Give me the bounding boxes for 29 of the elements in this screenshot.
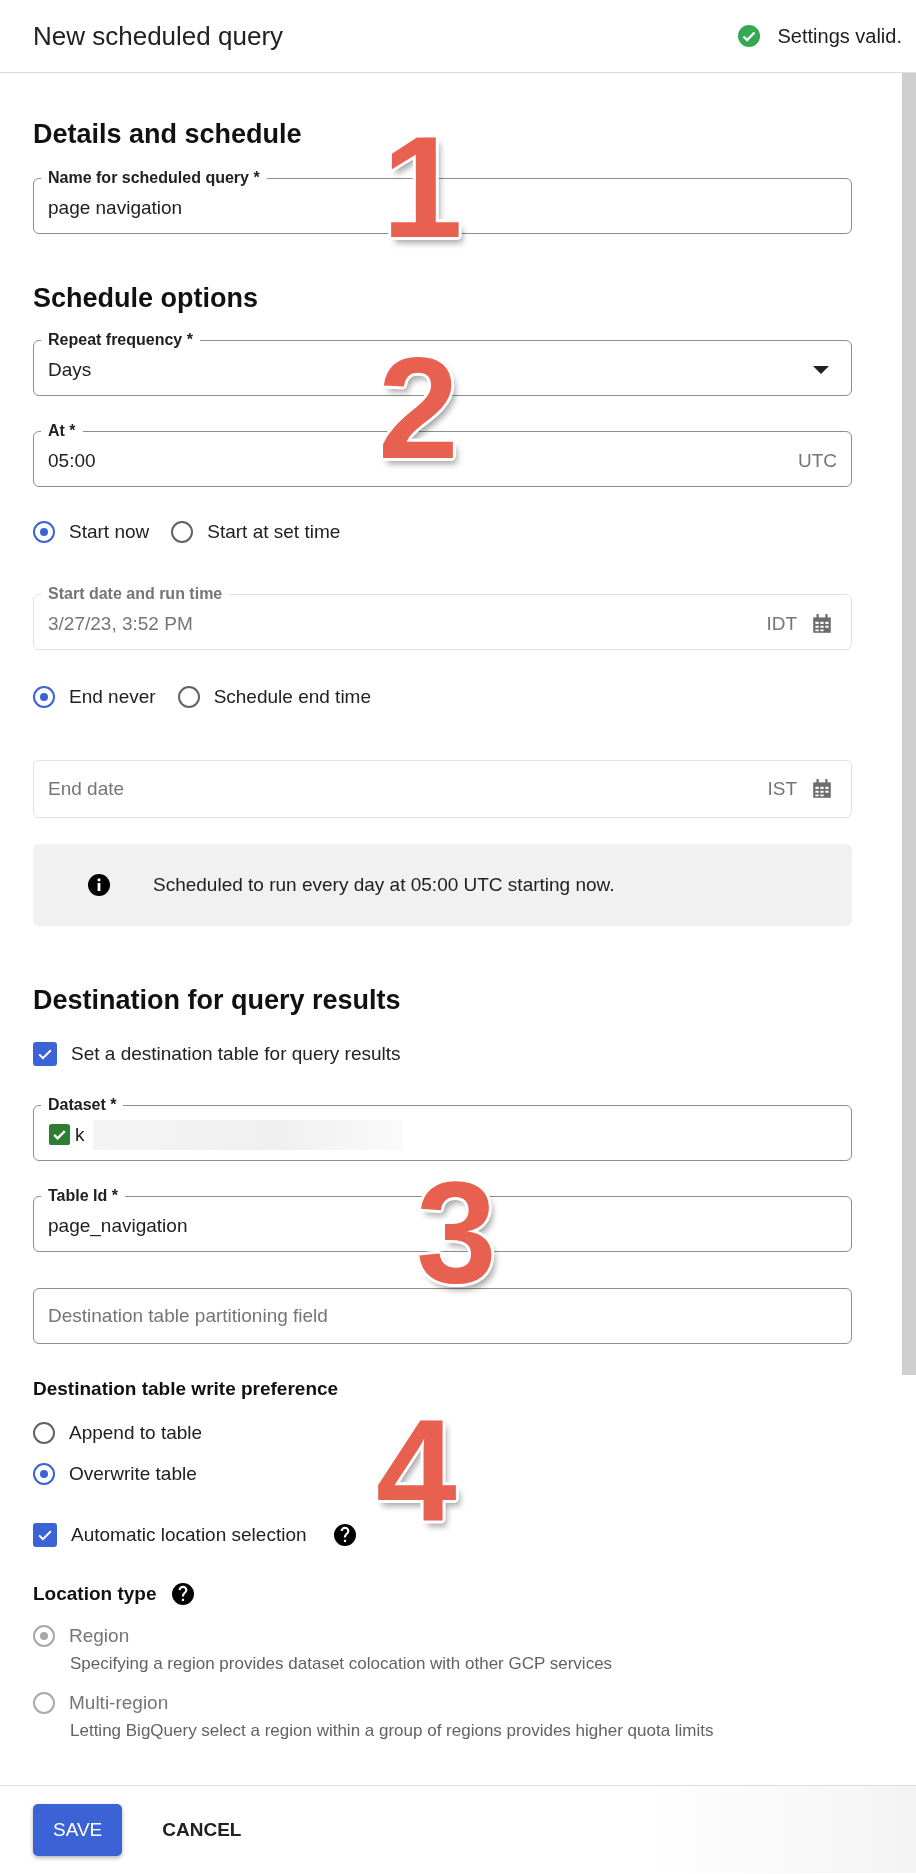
section-heading: Details and schedule <box>33 118 303 150</box>
section-heading: Destination for query results <box>33 984 402 1016</box>
option-description: Specifying a region provides dataset colocation with other GCP services <box>69 1653 614 1675</box>
save-button[interactable]: SAVE <box>33 1803 123 1856</box>
dataset-field[interactable]: Dataset * k <box>33 1096 852 1161</box>
check-circle-icon <box>737 24 762 48</box>
partitioning-field[interactable]: Destination table partitioning field <box>33 1288 852 1344</box>
radio-option[interactable]: Start at set time <box>171 520 341 544</box>
section-heading: Schedule options <box>33 282 260 314</box>
status-text: Settings valid. <box>777 24 902 48</box>
checkbox-option[interactable]: Automatic location selection <box>33 1523 307 1547</box>
group-label: Location type <box>33 1583 157 1605</box>
cancel-button[interactable]: CANCEL <box>142 1803 262 1856</box>
callout-number: 4 <box>376 1398 457 1543</box>
scrollbar[interactable] <box>902 73 916 1375</box>
radio-option[interactable]: Schedule end time <box>177 685 371 709</box>
check-square-icon <box>48 1123 71 1146</box>
radio-option[interactable]: Start now <box>33 520 150 544</box>
radio-option[interactable]: End never <box>33 685 156 709</box>
checkbox-option[interactable]: Set a destination table for query results <box>33 1042 852 1066</box>
help-icon[interactable] <box>332 1523 357 1547</box>
option-description: Letting BigQuery select a region within a group of regions provides higher quota limits <box>69 1720 715 1742</box>
dialog-title: New scheduled query <box>33 20 284 52</box>
help-icon[interactable] <box>170 1582 195 1606</box>
partitioning-input[interactable]: Destination table partitioning field <box>48 1305 837 1327</box>
info-text: Scheduled to run every day at 05:00 UTC starting now. <box>153 874 615 896</box>
info-icon <box>87 873 111 897</box>
group-label: Destination table write preference <box>33 1378 340 1400</box>
caret-icon <box>813 365 829 374</box>
